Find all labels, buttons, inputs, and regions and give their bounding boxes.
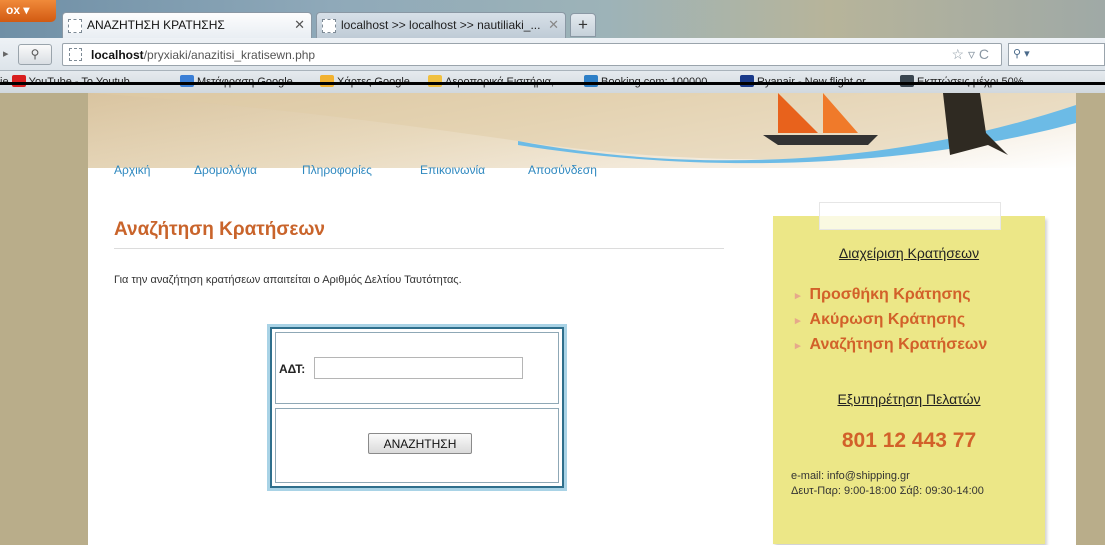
page-favicon-icon — [68, 19, 82, 33]
search-button[interactable]: ΑΝΑΖΗΤΗΣΗ — [368, 433, 472, 454]
sidebar-tape — [819, 202, 1001, 230]
sidebar-panel: Διαχείριση Κρατήσεων ▸ Προσθήκη Κράτησης … — [773, 202, 1045, 544]
search-form: ΑΔΤ: ΑΝΑΖΗΤΗΣΗ — [267, 324, 567, 491]
browser-navigation-bar: ▸ ⚲ localhost/pryxiaki/anazitisi_kratise… — [0, 38, 1105, 71]
adt-input[interactable] — [314, 357, 523, 379]
address-bar[interactable]: localhost/pryxiaki/anazitisi_kratisewn.p… — [62, 43, 1002, 66]
tab-label: localhost >> localhost >> nautiliaki_... — [341, 18, 541, 32]
sidebar-item-search-bookings[interactable]: ▸ Αναζήτηση Κρατήσεων — [795, 336, 987, 361]
browser-tab-bar: ox ▾ ΑΝΑΖΗΤΗΣΗ ΚΡΑΤΗΣΗΣ ✕ localhost >> l… — [0, 0, 1105, 38]
search-bar[interactable]: ⚲ ▾ — [1008, 43, 1105, 66]
youtube-icon — [11, 75, 26, 87]
nav-home-link[interactable]: Αρχική — [114, 163, 150, 177]
ryanair-icon — [740, 75, 754, 87]
tab-inactive[interactable]: localhost >> localhost >> nautiliaki_...… — [316, 12, 566, 38]
map-pin-icon — [428, 75, 442, 87]
magnifier-icon: ⚲ — [30, 47, 40, 61]
tab-close-icon[interactable]: ✕ — [548, 17, 559, 33]
site-identity-button[interactable]: ⚲ — [18, 44, 52, 65]
customer-service-heading: Εξυπηρέτηση Πελατών — [837, 391, 981, 407]
booking-management-heading: Διαχείριση Κρατήσεων — [838, 245, 980, 261]
contact-details: e-mail: info@shipping.gr Δευτ-Παρ: 9:00-… — [791, 469, 984, 499]
overlay-line — [0, 82, 1105, 85]
page-favicon-icon — [322, 19, 336, 33]
new-tab-button[interactable]: + — [570, 13, 596, 37]
nav-contact-link[interactable]: Επικοινωνία — [420, 163, 485, 177]
adt-label: ΑΔΤ: — [279, 362, 306, 376]
tab-close-icon[interactable]: ✕ — [294, 17, 305, 33]
url-path: /pryxiaki/anazitisi_kratisewn.php — [143, 48, 316, 62]
tab-active[interactable]: ΑΝΑΖΗΤΗΣΗ ΚΡΑΤΗΣΗΣ ✕ — [62, 12, 312, 38]
page-title: Αναζήτηση Κρατήσεων — [114, 219, 326, 240]
deals-icon — [900, 75, 914, 87]
bullet-arrow-icon: ▸ — [795, 340, 801, 352]
bookmarks-toolbar: ie YouTube - To Youtub... Μετάφραση Goog… — [0, 71, 1105, 93]
sidebar-item-add-booking[interactable]: ▸ Προσθήκη Κράτησης — [795, 286, 987, 311]
firefox-menu-button[interactable]: ox ▾ — [0, 0, 56, 22]
contact-hours: Δευτ-Παρ: 9:00-18:00 Σάβ: 09:30-14:00 — [791, 485, 984, 497]
back-arrow-icon[interactable]: ▸ — [3, 47, 9, 60]
sidebar-item-cancel-booking[interactable]: ▸ Ακύρωση Κράτησης — [795, 311, 987, 336]
form-row-submit: ΑΝΑΖΗΤΗΣΗ — [275, 408, 559, 483]
url-host: localhost — [91, 48, 144, 62]
web-page: Αρχική Δρομολόγια Πληροφορίες Επικοινωνί… — [88, 93, 1076, 545]
nav-logout-link[interactable]: Αποσύνδεση — [528, 163, 597, 177]
google-maps-icon — [320, 75, 334, 87]
nav-info-link[interactable]: Πληροφορίες — [302, 163, 372, 177]
nav-routes-link[interactable]: Δρομολόγια — [194, 163, 257, 177]
bullet-arrow-icon: ▸ — [795, 315, 801, 327]
search-engine-icon[interactable]: ⚲ — [1013, 48, 1021, 60]
bullet-arrow-icon: ▸ — [795, 290, 801, 302]
form-row-adt: ΑΔΤ: — [275, 332, 559, 404]
contact-email: e-mail: info@shipping.gr — [791, 470, 910, 482]
globe-icon — [584, 75, 598, 87]
phone-number: 801 12 443 77 — [841, 429, 977, 452]
booking-actions-list: ▸ Προσθήκη Κράτησης ▸ Ακύρωση Κράτησης ▸ Αν… — [795, 286, 987, 361]
google-translate-icon — [180, 75, 194, 87]
search-form-inner: ΑΔΤ: ΑΝΑΖΗΤΗΣΗ — [272, 329, 562, 486]
url-favicon-icon — [69, 48, 82, 61]
search-dropdown[interactable]: ▾ — [1024, 48, 1030, 60]
header-banner-art — [88, 93, 1076, 164]
title-divider — [114, 248, 724, 249]
tab-label: ΑΝΑΖΗΤΗΣΗ ΚΡΑΤΗΣΗΣ — [87, 18, 225, 32]
bookmark-star-reload-icon[interactable]: ☆ ▿ C — [952, 46, 989, 63]
intro-text: Για την αναζήτηση κρατήσεων απαιτείται ο… — [114, 274, 462, 286]
